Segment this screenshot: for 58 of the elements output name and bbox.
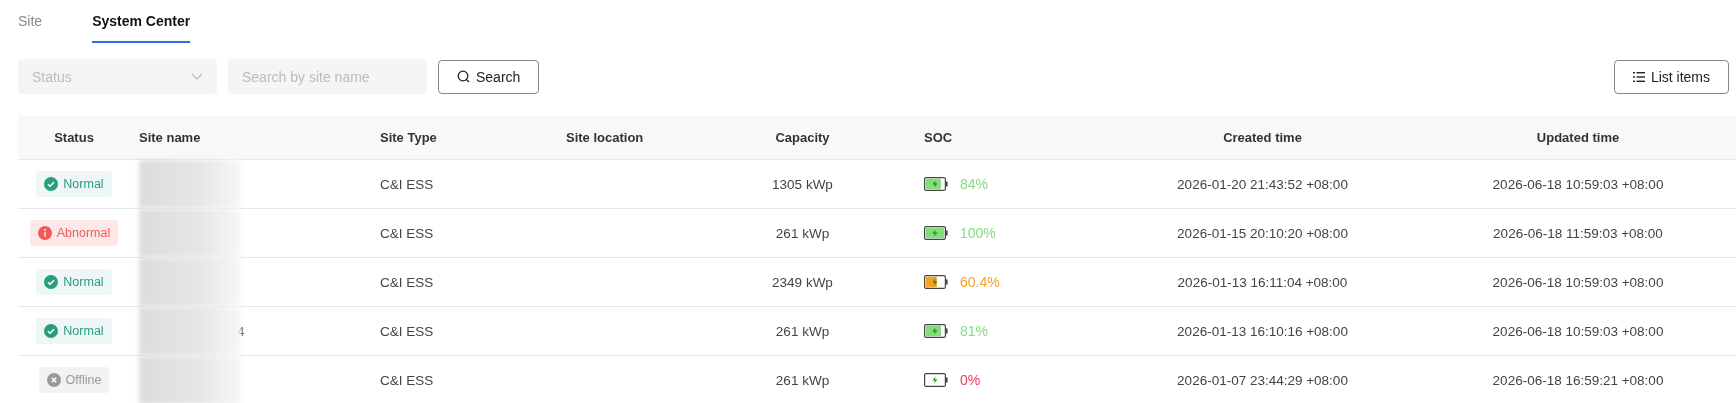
x-circle-icon	[46, 373, 61, 387]
soc-reading: 84%	[960, 176, 989, 192]
dropdown-placeholder: Status	[32, 68, 72, 85]
column-header: SOC	[924, 130, 953, 145]
soc-reading: 60.4%	[960, 274, 1000, 290]
column-header: Updated time	[1536, 130, 1620, 145]
soc-reading: 81%	[960, 323, 989, 339]
check-circle-icon	[44, 177, 59, 191]
search-button[interactable]: Search	[438, 59, 540, 94]
list-icon	[1632, 71, 1645, 82]
table-cell: 2026-06-18 11:59:03 +08:00	[1493, 225, 1663, 241]
table-cell: 1305 kWp	[772, 176, 833, 192]
table-cell: 4	[237, 323, 245, 339]
search-field[interactable]: Search by site name	[228, 59, 427, 94]
table-cell: 2026-01-20 21:43:52 +08:00	[1177, 176, 1348, 192]
table-cell: 261 kWp	[775, 323, 830, 339]
info-circle-icon	[37, 226, 52, 240]
table-cell: 2026-06-18 10:59:03 +08:00	[1492, 323, 1664, 339]
soc-reading: 0%	[960, 372, 981, 388]
column-header: Capacity	[775, 130, 830, 145]
status-badge: Normal	[36, 171, 112, 197]
tab[interactable]: Site	[18, 0, 43, 43]
battery-icon	[924, 324, 948, 338]
check-circle-icon	[44, 324, 59, 338]
status-badge: Normal	[36, 269, 112, 295]
check-circle-icon	[44, 275, 59, 289]
column-header: Site name	[139, 130, 201, 145]
chevron-down-icon	[191, 73, 203, 80]
status-badge: Normal	[36, 318, 112, 344]
table-cell: C&I ESS	[380, 225, 434, 241]
status-badge: Abnormal	[29, 220, 119, 246]
table-cell: 2026-01-13 16:10:16 +08:00	[1177, 323, 1348, 339]
table-cell: C&I ESS	[380, 176, 434, 192]
table-cell: 2026-06-18 16:59:21 +08:00	[1492, 372, 1664, 388]
battery-icon	[924, 226, 948, 240]
table-cell: 2026-01-07 23:44:29 +08:00	[1177, 372, 1348, 388]
list-items-button[interactable]: List items	[1613, 59, 1729, 94]
soc-reading: 100%	[960, 225, 996, 241]
column-header: Status	[54, 130, 94, 145]
column-header: Created time	[1223, 130, 1302, 145]
table-cell: C&I ESS	[380, 323, 434, 339]
table-cell: C&I ESS	[380, 274, 434, 290]
search-icon	[457, 70, 470, 83]
column-header: Site Type	[380, 130, 437, 145]
table-cell: 261 kWp	[775, 225, 830, 241]
battery-icon	[924, 275, 948, 289]
table-cell: C&I ESS	[380, 372, 434, 388]
battery-icon	[924, 177, 948, 191]
table-cell: 2349 kWp	[772, 274, 833, 290]
table-cell: 2026-01-15 20:10:20 +08:00	[1177, 225, 1348, 241]
table-cell: 261 kWp	[775, 372, 830, 388]
column-header: Site location	[566, 130, 644, 145]
table-cell: 2026-06-18 10:59:03 +08:00	[1492, 274, 1664, 290]
table-cell: 2026-06-18 10:59:03 +08:00	[1492, 176, 1664, 192]
tab[interactable]: System Center	[92, 0, 191, 43]
status-badge: Offline	[38, 367, 110, 393]
table-cell: 2026-01-13 16:11:04 +08:00	[1177, 274, 1348, 290]
battery-icon	[924, 373, 948, 387]
